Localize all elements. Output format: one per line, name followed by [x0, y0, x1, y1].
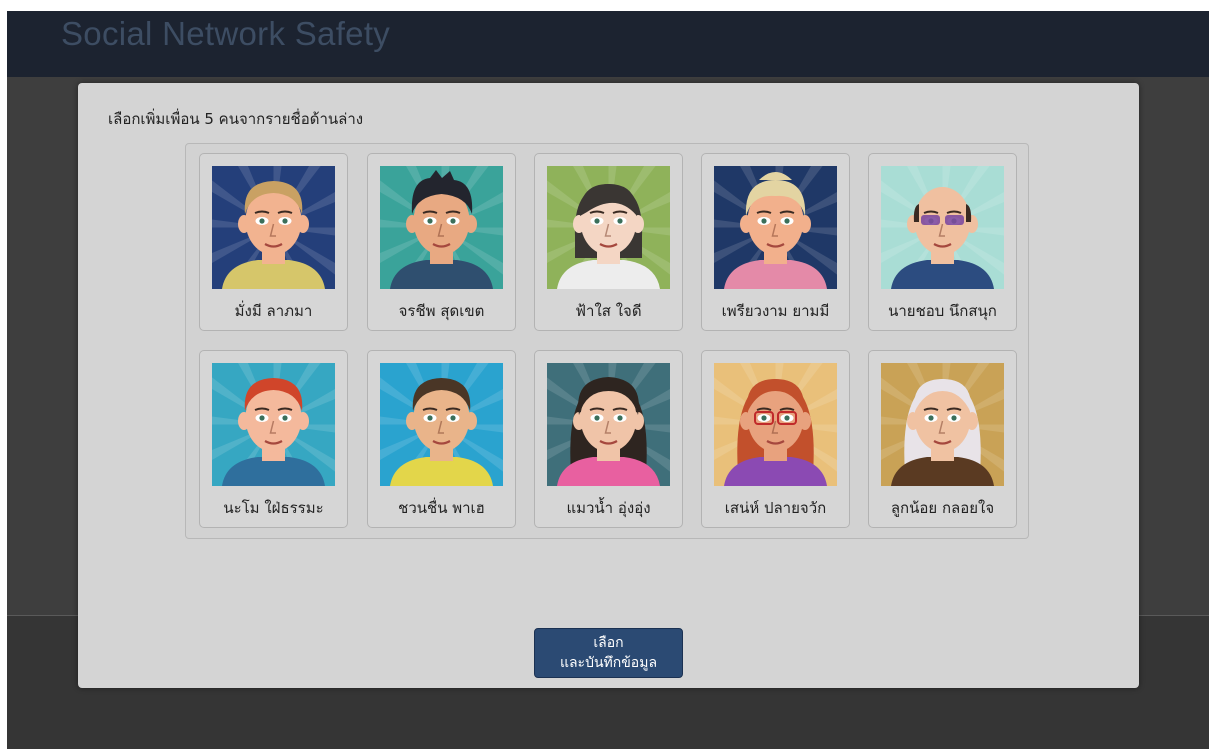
- friend-avatar: [380, 363, 503, 486]
- friend-name: เสน่ห์ ปลายจวัก: [724, 499, 827, 517]
- friend-card[interactable]: ชวนชื่น พาเฮ: [367, 350, 516, 528]
- friend-name: ฟ้าใส ใจดี: [575, 302, 642, 320]
- friend-name: มั่งมี ลาภมา: [234, 302, 313, 320]
- avatar-image: [881, 363, 1004, 486]
- friend-card[interactable]: จรชีพ สุดเขต: [367, 153, 516, 331]
- friend-selection-dialog: เลือกเพิ่มเพื่อน 5 คนจากรายชื่อด้านล่าง …: [78, 83, 1139, 688]
- friend-avatar: [547, 363, 670, 486]
- avatar-image: [714, 166, 837, 289]
- submit-label-line1: เลือก: [593, 635, 624, 651]
- friend-card[interactable]: มั่งมี ลาภมา: [199, 153, 348, 331]
- friend-card[interactable]: เสน่ห์ ปลายจวัก: [701, 350, 850, 528]
- friend-avatar: [881, 166, 1004, 289]
- friend-card[interactable]: แมวน้ำ อุ่งอุ่ง: [534, 350, 683, 528]
- friend-card[interactable]: ฟ้าใส ใจดี: [534, 153, 683, 331]
- avatar-image: [212, 363, 335, 486]
- avatar-image: [714, 363, 837, 486]
- friend-name: นะโม ใฝ่ธรรมะ: [223, 499, 324, 517]
- select-and-save-button[interactable]: เลือก และบันทึกข้อมูล: [534, 628, 683, 678]
- submit-label-line2: และบันทึกข้อมูล: [559, 655, 658, 671]
- avatar-image: [547, 166, 670, 289]
- friend-avatar: [212, 166, 335, 289]
- app-title: Social Network Safety: [61, 15, 391, 52]
- friend-name: แมวน้ำ อุ่งอุ่ง: [566, 499, 651, 517]
- friend-name: ชวนชื่น พาเฮ: [398, 499, 485, 517]
- friend-avatar: [881, 363, 1004, 486]
- friend-name: จรชีพ สุดเขต: [398, 302, 485, 320]
- friend-card[interactable]: เพรียวงาม ยามมี: [701, 153, 850, 331]
- friend-name: ลูกน้อย กลอยใจ: [890, 499, 995, 517]
- header-bar: Social Network Safety: [7, 11, 1209, 77]
- friend-avatar: [547, 166, 670, 289]
- friend-name: นายชอบ นึกสนุก: [888, 302, 997, 320]
- avatar-image: [212, 166, 335, 289]
- dialog-prompt: เลือกเพิ่มเพื่อน 5 คนจากรายชื่อด้านล่าง: [108, 110, 364, 128]
- avatar-image: [547, 363, 670, 486]
- friend-card[interactable]: นะโม ใฝ่ธรรมะ: [199, 350, 348, 528]
- friend-avatar: [714, 363, 837, 486]
- friend-avatar: [380, 166, 503, 289]
- avatar-image: [380, 363, 503, 486]
- friend-card[interactable]: ลูกน้อย กลอยใจ: [868, 350, 1017, 528]
- friend-grid: มั่งมี ลาภมา จรชีพ สุดเขต ฟ้าใส ใจดี เพรียว…: [185, 143, 1029, 539]
- friend-avatar: [714, 166, 837, 289]
- avatar-image: [881, 166, 1004, 289]
- friend-card[interactable]: นายชอบ นึกสนุก: [868, 153, 1017, 331]
- friend-name: เพรียวงาม ยามมี: [721, 302, 830, 320]
- friend-avatar: [212, 363, 335, 486]
- avatar-image: [380, 166, 503, 289]
